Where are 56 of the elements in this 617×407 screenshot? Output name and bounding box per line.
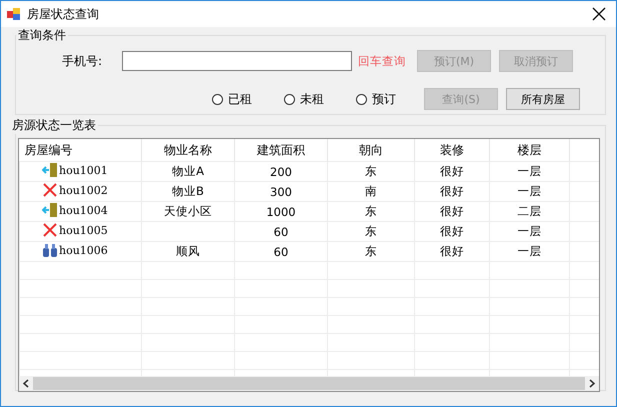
table-cell: 二层 — [518, 204, 542, 218]
group-title: 查询条件 — [17, 27, 67, 44]
table-cell: hou1002 — [20, 182, 142, 202]
table-cell: 一层 — [518, 184, 542, 198]
table-cell: 很好 — [440, 224, 464, 238]
horizontal-scrollbar[interactable] — [19, 376, 599, 391]
table-cell: hou1006 — [20, 242, 142, 262]
cross-icon — [42, 182, 58, 198]
table-cell: hou1004 — [20, 202, 142, 222]
phone-field[interactable] — [122, 51, 352, 71]
radio-label[interactable]: 预订 — [372, 90, 396, 108]
table-cell: hou1005 — [20, 222, 142, 242]
table-cell: 天使小区 — [164, 204, 212, 218]
action-button[interactable]: 所有房屋 — [506, 88, 580, 110]
window-title: 房屋状态查询 — [27, 6, 100, 22]
table-cell: 60 — [274, 224, 288, 238]
column-header[interactable]: 楼层 — [490, 139, 570, 162]
table-cell: 很好 — [440, 244, 464, 258]
hint-label: 回车查询 — [358, 54, 407, 68]
door-icon — [42, 162, 58, 178]
group-title: 房源状态一览表 — [11, 117, 97, 134]
table-cell: 东 — [365, 204, 377, 218]
column-header[interactable]: 朝向 — [328, 139, 414, 162]
table-cell: 很好 — [440, 164, 464, 178]
cross-icon — [42, 222, 58, 238]
radio-button[interactable] — [356, 94, 367, 104]
table-cell: 200 — [270, 164, 292, 178]
table-cell: 一层 — [518, 164, 542, 178]
table-cell: 物业A — [172, 164, 204, 178]
table-cell: 东 — [365, 224, 377, 238]
binoculars-icon — [42, 242, 58, 258]
phone-label: 手机号: — [62, 52, 104, 70]
radio-button[interactable] — [212, 94, 223, 104]
table-cell: 很好 — [440, 204, 464, 218]
door-icon — [42, 202, 58, 218]
table-cell: 物业B — [172, 184, 204, 198]
table-cell: 60 — [274, 244, 288, 258]
column-header[interactable]: 房屋编号 — [20, 139, 142, 162]
column-header[interactable]: 物业名称 — [142, 139, 234, 162]
app-icon — [7, 7, 21, 21]
radio-button[interactable] — [284, 94, 295, 104]
table-cell: 很好 — [440, 184, 464, 198]
table-cell: 东 — [365, 244, 377, 258]
table-cell: 南 — [365, 184, 377, 198]
close-icon[interactable] — [592, 7, 606, 21]
radio-label[interactable]: 已租 — [228, 90, 252, 108]
column-header[interactable]: 建筑面积 — [234, 139, 328, 162]
table-cell: hou1001 — [20, 162, 142, 182]
column-header[interactable]: 装修 — [414, 139, 490, 162]
table-cell: 一层 — [518, 244, 542, 258]
table-cell: 300 — [270, 184, 292, 198]
table-cell: 顺风 — [176, 244, 200, 258]
table-cell: 一层 — [518, 224, 542, 238]
table-cell: 东 — [365, 164, 377, 178]
radio-label[interactable]: 未租 — [300, 90, 324, 108]
table-cell: 1000 — [266, 204, 296, 218]
